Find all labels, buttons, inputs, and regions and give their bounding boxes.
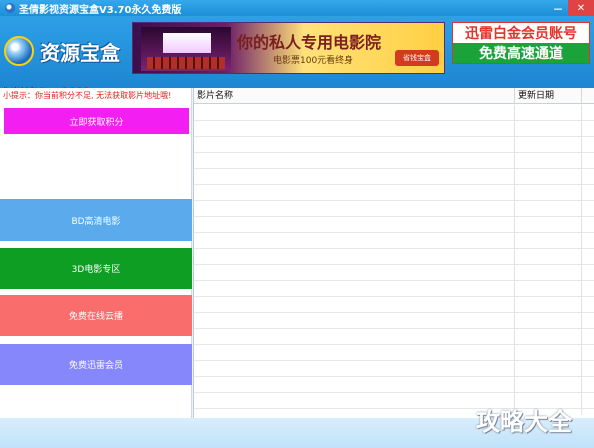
theater-image [141, 27, 231, 71]
column-header-date[interactable]: 更新日期 [515, 88, 582, 104]
cinema-banner-ad[interactable]: 你的私人专用电影院 电影票100元看终身 省钱宝盒 [132, 22, 445, 74]
3d-zone-button[interactable]: 3D电影专区 [0, 248, 192, 289]
xunlei-banner-ad[interactable]: 迅雷白金会员账号 免费高速通道 [452, 22, 590, 64]
watermark: 攻略大全 [476, 408, 572, 436]
banner-headline: 你的私人专用电影院 [237, 33, 382, 52]
xunlei-vip-button[interactable]: 免费迅雷会员 [0, 344, 192, 385]
app-logo: 资源宝盒 [4, 22, 124, 80]
logo-text: 资源宝盒 [40, 40, 120, 65]
table-body[interactable] [194, 105, 594, 415]
xunlei-banner-bottom: 免费高速通道 [453, 43, 589, 63]
banner-subline: 电影票100元看终身 [273, 56, 354, 66]
app-icon [5, 3, 15, 13]
xunlei-banner-top: 迅雷白金会员账号 [465, 26, 577, 42]
window-title: 圣倩影视资源宝盒V3.70永久免费版 [19, 4, 182, 16]
table-header: 影片名称 更新日期 [194, 88, 594, 104]
tip-text: 小提示：你当前积分不足, 无法获取影片地址哦! [3, 91, 172, 100]
close-button[interactable]: ✕ [568, 0, 594, 16]
movie-table: 影片名称 更新日期 [193, 88, 594, 418]
left-panel: 小提示：你当前积分不足, 无法获取影片地址哦! 立即获取积分 BD高清电影 3D… [0, 88, 192, 418]
column-header-name[interactable]: 影片名称 [194, 88, 515, 104]
bd-movies-button[interactable]: BD高清电影 [0, 199, 192, 241]
title-bar: 圣倩影视资源宝盒V3.70永久免费版 － ✕ [0, 0, 594, 16]
window-controls: － ✕ [548, 0, 594, 16]
header: 资源宝盒 你的私人专用电影院 电影票100元看终身 省钱宝盒 迅雷白金会员账号 … [0, 16, 594, 98]
online-cloud-play-button[interactable]: 免费在线云播 [0, 295, 192, 336]
globe-icon [4, 36, 34, 66]
get-points-button[interactable]: 立即获取积分 [4, 108, 189, 134]
banner-cta-button[interactable]: 省钱宝盒 [395, 50, 439, 66]
minimize-button[interactable]: － [548, 0, 568, 16]
